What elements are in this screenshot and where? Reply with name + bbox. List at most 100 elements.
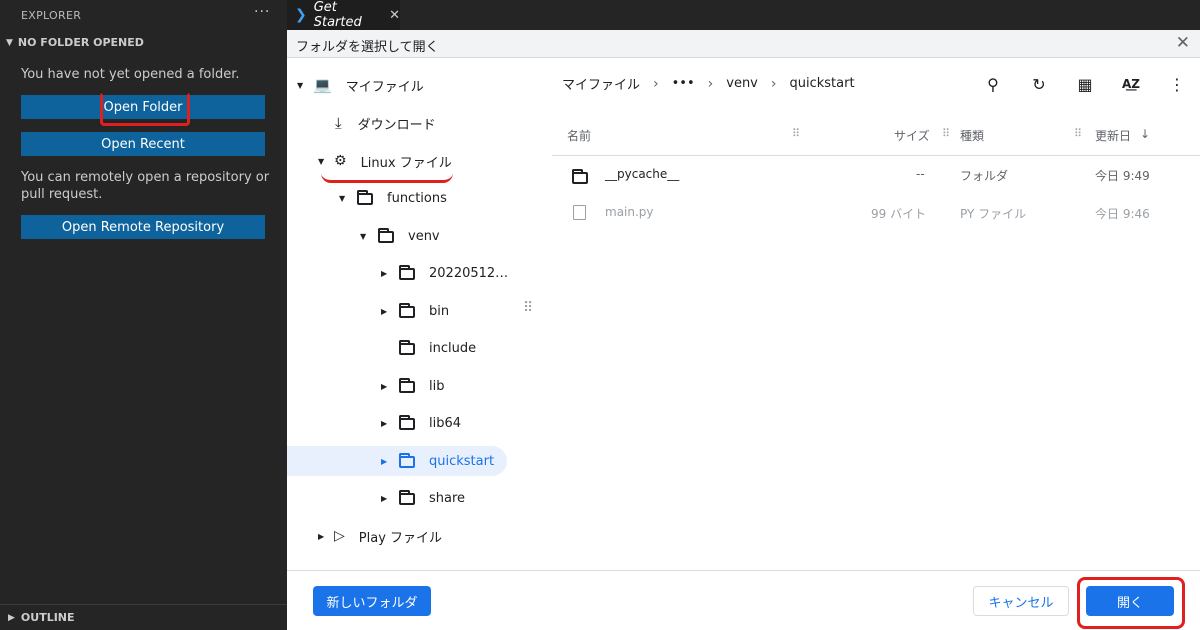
dialog-footer: 新しいフォルダ キャンセル 開く (287, 570, 1200, 630)
expand-arrow-icon[interactable]: ▼ (360, 232, 370, 241)
download-icon: ⤓ (335, 114, 342, 132)
explorer-sidebar: EXPLORER ··· ▼ NO FOLDER OPENED You have… (0, 0, 287, 630)
tree-item-functions[interactable]: ▼ functions (339, 183, 447, 213)
breadcrumb-quickstart[interactable]: quickstart (789, 76, 854, 91)
laptop-icon: 💻 (313, 76, 332, 94)
folder-icon (399, 415, 415, 430)
play-store-icon: ▷ (334, 528, 345, 544)
tree-item-lib[interactable]: ▶ lib (381, 371, 444, 401)
folder-icon (572, 169, 588, 184)
close-icon[interactable]: ✕ (389, 8, 400, 23)
column-name[interactable]: 名前 (567, 127, 591, 144)
tree-label: ダウンロード (357, 117, 436, 133)
section-title: NO FOLDER OPENED (17, 36, 144, 49)
folder-icon (399, 303, 415, 318)
tree-label: share (429, 490, 466, 506)
tree-item-downloads[interactable]: ⤓ ダウンロード (335, 108, 436, 138)
dialog-title: フォルダを選択して開く (296, 40, 439, 55)
new-folder-button[interactable]: 新しいフォルダ (313, 586, 431, 616)
file-size: -- (916, 167, 925, 181)
tree-item-linux-files[interactable]: ▼ ⚙ Linux ファイル (318, 146, 452, 176)
more-vert-icon[interactable]: ⋮ (1154, 68, 1200, 100)
tree-item-20220512[interactable]: ▶ 20220512… (381, 258, 508, 288)
red-annotation-underline (321, 173, 453, 183)
red-annotation-circle (100, 92, 190, 126)
tree-label: venv (408, 228, 440, 244)
sort-icon[interactable]: A͟Z (1108, 68, 1154, 100)
folder-icon (399, 340, 415, 355)
file-name: main.py (605, 205, 654, 219)
open-recent-button[interactable]: Open Recent (21, 132, 265, 156)
tree-label: include (429, 340, 477, 356)
chevron-right-icon: › (770, 75, 777, 92)
expand-arrow-icon[interactable]: ▶ (318, 532, 328, 541)
tree-item-lib64[interactable]: ▶ lib64 (381, 408, 461, 438)
expand-arrow-icon[interactable]: ▶ (381, 269, 391, 278)
tree-label: 20220512… (429, 265, 509, 281)
tree-item-share[interactable]: ▶ share (381, 483, 465, 513)
breadcrumb-venv[interactable]: venv (726, 76, 758, 91)
chevron-right-icon: ▶ (8, 612, 15, 623)
tree-item-quickstart[interactable]: ▶ quickstart (287, 446, 507, 476)
search-icon[interactable]: ⚲ (970, 68, 1016, 100)
file-row[interactable]: __pycache__ -- フォルダ 今日 9:49 (552, 156, 1200, 194)
expand-arrow-icon[interactable]: ▼ (297, 81, 307, 90)
file-list-header: 名前 ⠿ サイズ ⠿ 種類 ⠿ 更新日 ↓ (552, 116, 1200, 156)
refresh-icon[interactable]: ↻ (1016, 68, 1062, 100)
chevron-right-icon: › (707, 75, 714, 92)
expand-arrow-icon[interactable]: ▶ (381, 457, 391, 466)
folder-picker-dialog: フォルダを選択して開く ✕ ▼ 💻 マイファイル ⤓ ダウンロード ▼ ⚙ Li… (287, 30, 1200, 630)
editor-tab-bar: ❯ Get Started ✕ (287, 0, 1200, 30)
tab-get-started[interactable]: ❯ Get Started ✕ (287, 0, 400, 30)
expand-arrow-icon[interactable]: ▼ (339, 194, 349, 203)
breadcrumb: マイファイル › ••• › venv › quickstart (562, 74, 855, 94)
file-icon (573, 205, 586, 220)
tree-item-include[interactable]: include (381, 333, 476, 363)
linux-icon: ⚙ (334, 153, 347, 169)
breadcrumb-my-files[interactable]: マイファイル (562, 74, 640, 93)
explorer-header: EXPLORER (21, 9, 82, 22)
file-modified: 今日 9:46 (1095, 207, 1150, 221)
more-actions-icon[interactable]: ··· (254, 4, 270, 20)
expand-arrow-icon[interactable]: ▶ (381, 419, 391, 428)
column-resize-icon[interactable]: ⠿ (792, 127, 800, 140)
expand-arrow-icon[interactable]: ▶ (381, 307, 391, 316)
file-size: 99 バイト (871, 207, 927, 221)
column-modified[interactable]: 更新日 (1095, 127, 1131, 144)
folder-icon (399, 453, 415, 468)
cancel-button[interactable]: キャンセル (973, 586, 1069, 616)
folder-icon (399, 265, 415, 280)
breadcrumb-ellipsis[interactable]: ••• (672, 76, 695, 91)
expand-arrow-icon[interactable]: ▶ (381, 494, 391, 503)
tree-item-venv[interactable]: ▼ venv (360, 221, 440, 251)
column-resize-icon[interactable]: ⠿ (1074, 127, 1082, 140)
chevron-right-icon: › (653, 75, 659, 92)
folder-icon (399, 378, 415, 393)
column-resize-icon[interactable]: ⠿ (942, 127, 950, 140)
tree-item-my-files[interactable]: ▼ 💻 マイファイル (297, 70, 424, 100)
chevron-down-icon: ▼ (6, 37, 13, 48)
no-folder-section[interactable]: ▼ NO FOLDER OPENED (6, 36, 144, 49)
tree-item-bin[interactable]: ▶ bin (381, 296, 449, 326)
close-icon[interactable]: ✕ (1176, 33, 1190, 53)
dialog-toolbar: ⚲ ↻ ▦ A͟Z ⋮ (970, 68, 1200, 100)
file-modified: 今日 9:49 (1095, 169, 1150, 183)
outline-title: OUTLINE (20, 611, 75, 624)
resize-handle-icon[interactable]: ⠿ (523, 301, 533, 315)
tree-label: bin (429, 303, 450, 319)
file-type: PY ファイル (960, 207, 1027, 221)
tree-label: functions (387, 190, 447, 206)
file-name: __pycache__ (605, 167, 680, 181)
sort-arrow-icon: ↓ (1140, 127, 1151, 141)
file-row: main.py 99 バイト PY ファイル 今日 9:46 (552, 194, 1200, 232)
column-type[interactable]: 種類 (960, 127, 984, 144)
outline-section[interactable]: ▶ OUTLINE (0, 604, 287, 630)
open-remote-repository-button[interactable]: Open Remote Repository (21, 215, 265, 239)
tree-item-play-files[interactable]: ▶ ▷ Play ファイル (318, 521, 442, 551)
column-size[interactable]: サイズ (894, 127, 930, 144)
expand-arrow-icon[interactable]: ▶ (381, 382, 391, 391)
grid-view-icon[interactable]: ▦ (1062, 68, 1108, 100)
tab-label: Get Started (313, 0, 362, 30)
tree-label: Linux ファイル (360, 155, 452, 171)
expand-arrow-icon[interactable]: ▼ (318, 157, 328, 166)
